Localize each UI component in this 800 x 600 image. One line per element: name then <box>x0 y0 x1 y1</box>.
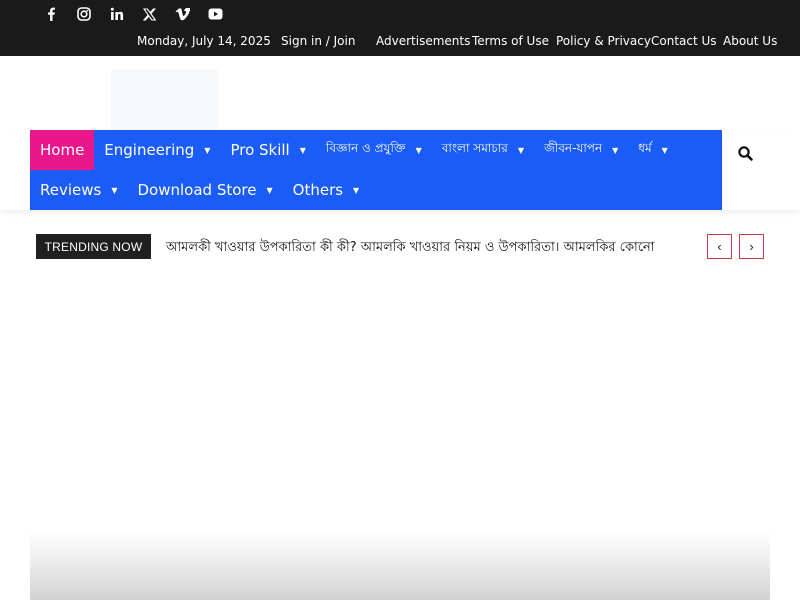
nav-label: বিজ্ঞান ও প্রযুক্তি <box>325 141 406 155</box>
current-date: Monday, July 14, 2025 <box>137 34 271 48</box>
facebook-icon[interactable] <box>34 3 67 25</box>
nav-label: বাংলা সমাচার <box>441 141 508 155</box>
nav-label: Others <box>292 181 344 199</box>
nav-item-download-store[interactable]: Download Store ▼ <box>128 170 283 210</box>
nav-item-religion[interactable]: ধর্ম ▼ <box>628 130 678 170</box>
nav-item-lifestyle[interactable]: জীবন-যাপন ▼ <box>534 130 628 170</box>
nav-item-others[interactable]: Others ▼ <box>283 170 370 210</box>
top-menu: Monday, July 14, 2025 Sign in / Join Adv… <box>0 34 800 50</box>
instagram-icon[interactable] <box>67 3 100 25</box>
trending-bar: TRENDING NOW আমলকী খাওয়ার উপকারিতা কী ক… <box>0 234 800 262</box>
social-icons <box>34 3 232 25</box>
caret-down-icon: ▼ <box>415 145 422 155</box>
chevron-right-icon: › <box>749 239 754 254</box>
nav-label: Pro Skill <box>230 141 290 159</box>
nav-item-home[interactable]: Home <box>30 130 95 170</box>
trending-prev-button[interactable]: ‹ <box>707 234 732 259</box>
site-logo[interactable] <box>111 69 218 129</box>
about-us-link[interactable]: About Us <box>723 34 777 48</box>
contact-us-link[interactable]: Contact Us <box>651 34 717 48</box>
trending-headline[interactable]: আমলকী খাওয়ার উপকারিতা কী কী? আমলকি খাওয… <box>166 238 655 259</box>
advertisements-link[interactable]: Advertisements <box>376 34 470 48</box>
nav-item-pro-skill[interactable]: Pro Skill ▼ <box>220 130 315 170</box>
chevron-left-icon: ‹ <box>717 239 722 254</box>
caret-down-icon: ▼ <box>111 185 118 195</box>
nav-item-science-tech[interactable]: বিজ্ঞান ও প্রযুক্তি ▼ <box>316 130 432 170</box>
nav-label: Download Store <box>137 181 257 199</box>
terms-of-use-link[interactable]: Terms of Use <box>472 34 549 48</box>
caret-down-icon: ▼ <box>353 185 360 195</box>
nav-item-engineering[interactable]: Engineering ▼ <box>94 130 220 170</box>
policy-privacy-link[interactable]: Policy & Privacy <box>556 34 651 48</box>
linkedin-icon[interactable] <box>100 3 133 25</box>
nav-label: Engineering <box>104 141 195 159</box>
nav-row-1: Home Engineering ▼ Pro Skill ▼ বিজ্ঞান ও প… <box>30 130 678 170</box>
featured-image-placeholder <box>30 530 770 600</box>
main-nav: Home Engineering ▼ Pro Skill ▼ বিজ্ঞান ও প… <box>30 130 722 210</box>
trending-label: TRENDING NOW <box>36 234 151 259</box>
search-button[interactable] <box>734 142 758 166</box>
main-header: Home Engineering ▼ Pro Skill ▼ বিজ্ঞান ও প… <box>0 130 800 210</box>
nav-row-2: Reviews ▼ Download Store ▼ Others ▼ <box>30 170 369 210</box>
nav-item-bangla-news[interactable]: বাংলা সমাচার ▼ <box>432 130 534 170</box>
caret-down-icon: ▼ <box>517 145 525 155</box>
x-twitter-icon[interactable] <box>133 3 166 25</box>
caret-down-icon: ▼ <box>612 145 619 155</box>
caret-down-icon: ▼ <box>266 185 273 195</box>
caret-down-icon: ▼ <box>204 145 211 155</box>
caret-down-icon: ▼ <box>661 145 668 155</box>
top-bar: Monday, July 14, 2025 Sign in / Join Adv… <box>0 0 800 56</box>
nav-label: Home <box>40 141 85 159</box>
youtube-icon[interactable] <box>199 3 232 25</box>
nav-label: Reviews <box>40 181 102 199</box>
nav-item-reviews[interactable]: Reviews ▼ <box>30 170 128 210</box>
search-icon <box>738 146 753 161</box>
vimeo-icon[interactable] <box>166 3 199 25</box>
sign-in-link[interactable]: Sign in / Join <box>281 34 355 48</box>
trending-next-button[interactable]: › <box>739 234 764 259</box>
caret-down-icon: ▼ <box>299 145 306 155</box>
nav-label: ধর্ম <box>638 141 652 155</box>
nav-label: জীবন-যাপন <box>544 141 603 155</box>
